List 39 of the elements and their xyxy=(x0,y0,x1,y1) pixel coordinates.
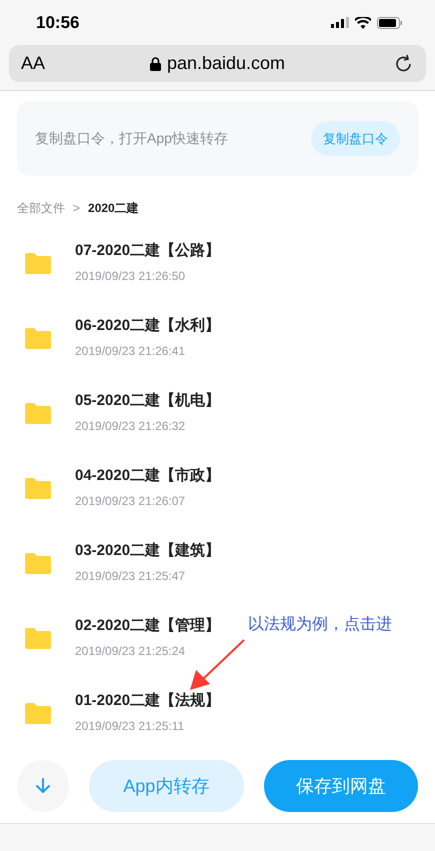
folder-name: 07-2020二建【公路】 xyxy=(75,241,220,262)
down-arrow-icon xyxy=(36,778,50,794)
wifi-icon xyxy=(355,16,371,28)
lock-icon xyxy=(150,56,161,70)
text-size-button[interactable]: AA xyxy=(21,50,81,77)
folder-name: 01-2020二建【法规】 xyxy=(75,691,220,712)
folder-icon xyxy=(25,252,51,274)
folder-icon xyxy=(25,552,51,574)
folder-icon xyxy=(25,326,51,348)
annotation-arrow xyxy=(188,638,246,692)
folder-date: 2019/09/23 21:25:24 xyxy=(75,642,186,660)
folder-date: 2019/09/23 21:26:07 xyxy=(75,492,186,510)
copy-code-button[interactable]: 复制盘口令 xyxy=(311,121,400,156)
breadcrumb-root[interactable]: 全部文件 xyxy=(17,199,65,217)
folder-icon xyxy=(25,402,51,424)
folder-name: 03-2020二建【建筑】 xyxy=(75,541,220,562)
signal-icon xyxy=(331,17,349,28)
folder-name: 06-2020二建【水利】 xyxy=(75,316,220,336)
address-bar[interactable]: AA pan.baidu.com xyxy=(9,45,426,82)
folder-date: 2019/09/23 21:26:41 xyxy=(75,342,186,360)
folder-icon xyxy=(25,626,51,648)
folder-name: 05-2020二建【机电】 xyxy=(75,391,220,412)
folder-date: 2019/09/23 21:26:50 xyxy=(75,268,186,285)
breadcrumb-separator: > xyxy=(73,200,80,217)
folder-name: 04-2020二建【市政】 xyxy=(75,466,220,486)
save-button[interactable]: 保存到网盘 xyxy=(264,760,418,812)
folder-name: 02-2020二建【管理】 xyxy=(75,616,220,636)
app-save-button[interactable]: App内转存 xyxy=(89,760,244,812)
status-time: 10:56 xyxy=(36,12,80,34)
folder-date: 2019/09/23 21:26:32 xyxy=(75,418,186,435)
folder-date: 2019/09/23 21:25:11 xyxy=(75,718,186,735)
folder-icon xyxy=(25,476,51,498)
url-text: pan.baidu.com xyxy=(166,52,286,75)
breadcrumb-current: 2020二建 xyxy=(88,200,139,217)
annotation-text: 以法规为例，点击进 xyxy=(248,614,392,635)
battery-icon xyxy=(377,16,403,28)
folder-date: 2019/09/23 21:25:47 xyxy=(75,568,186,585)
banner-text: 复制盘口令，打开App快速转存 xyxy=(35,129,228,148)
folder-icon xyxy=(25,702,51,724)
